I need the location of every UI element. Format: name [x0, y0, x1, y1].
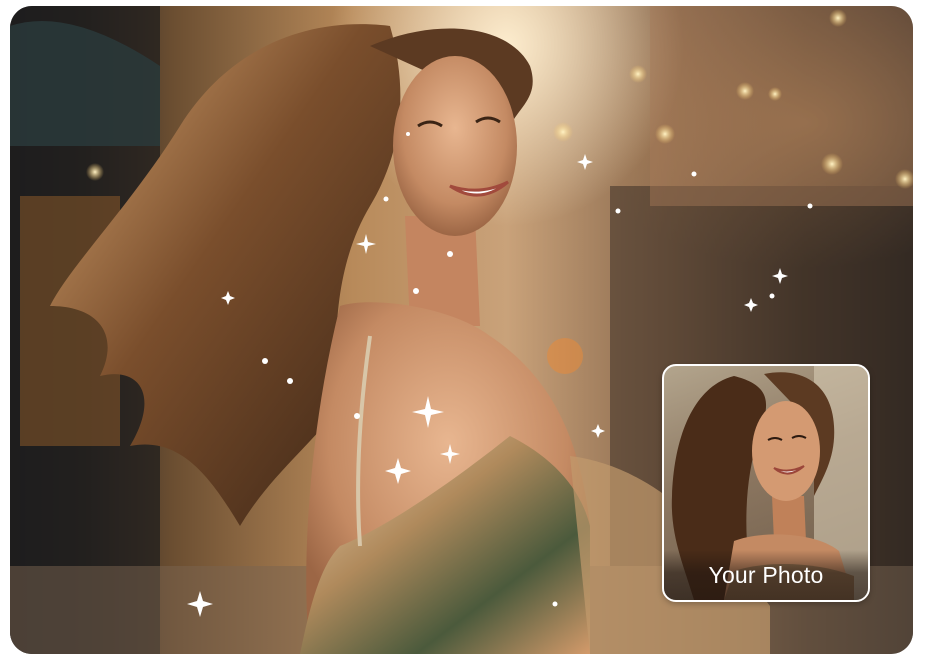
- sparkle-dot: [354, 413, 360, 419]
- sparkle-dot: [413, 288, 419, 294]
- sparkle-dot: [383, 196, 389, 202]
- sparkle-dot: [615, 208, 621, 214]
- sparkle-dot: [287, 378, 293, 384]
- thumbnail-caption: Your Photo: [708, 562, 824, 588]
- bokeh-light: [86, 163, 104, 181]
- sparkle-icon: [591, 424, 605, 438]
- bokeh-light: [736, 82, 754, 100]
- background-building: [650, 6, 913, 206]
- bokeh-light: [553, 122, 573, 142]
- bokeh-light: [629, 65, 647, 83]
- sparkle-dot: [691, 171, 697, 177]
- bokeh-light: [768, 87, 782, 101]
- sparkle-dot: [807, 203, 813, 209]
- sparkle-dot: [552, 601, 558, 607]
- bokeh-light: [547, 338, 583, 374]
- face-shape: [393, 56, 517, 236]
- sparkle-dot: [262, 358, 268, 364]
- thumbnail-neck: [772, 496, 806, 541]
- sparkle-icon: [356, 234, 376, 254]
- sparkle-dot: [769, 293, 775, 299]
- your-photo-thumbnail[interactable]: Your Photo: [662, 364, 870, 602]
- thumbnail-face: [752, 401, 820, 501]
- sparkle-icon: [577, 154, 593, 170]
- bokeh-light: [821, 153, 843, 175]
- sparkle-dot: [447, 251, 453, 257]
- sparkle-dot: [406, 132, 410, 136]
- bokeh-light: [829, 9, 847, 27]
- bokeh-light: [655, 124, 675, 144]
